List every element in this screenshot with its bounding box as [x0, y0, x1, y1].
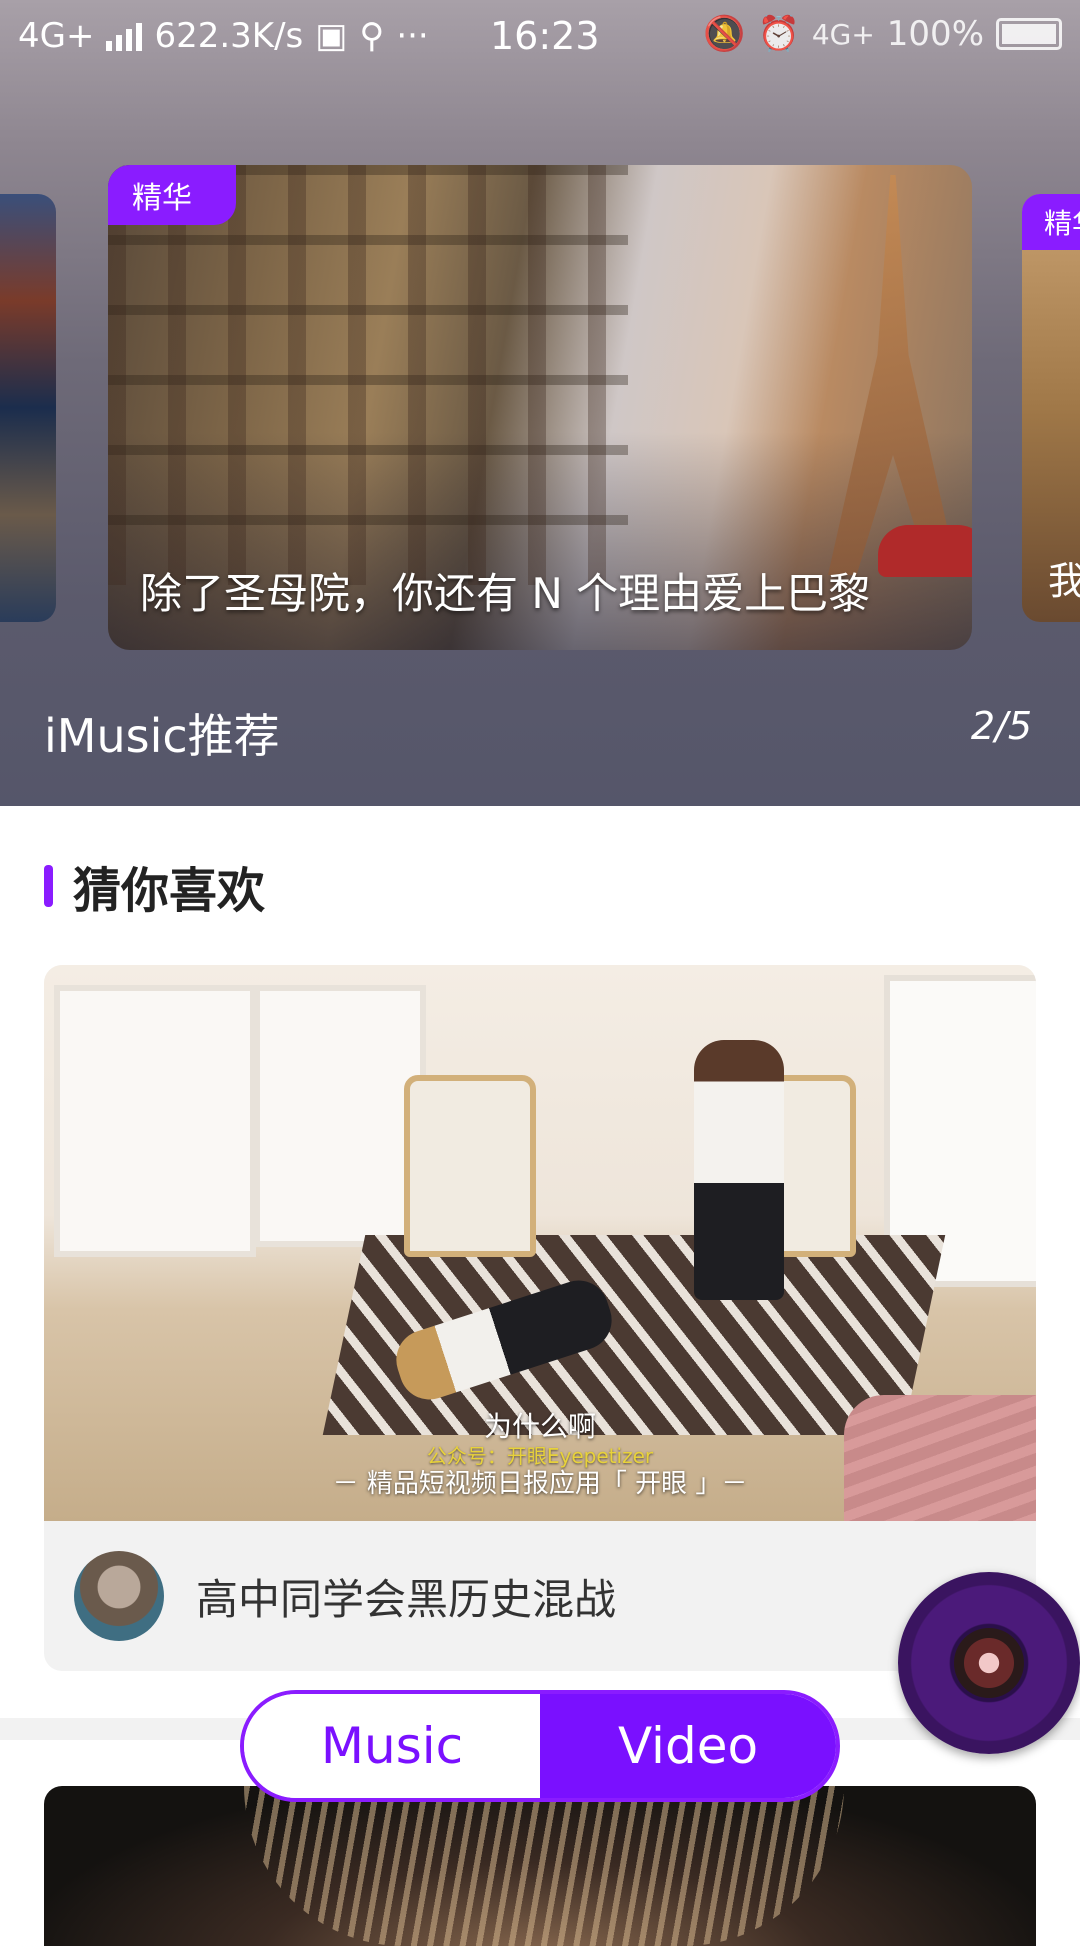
- net-speed: 622.3K/s: [154, 16, 304, 56]
- video-card[interactable]: 为什么啊 公众号：开眼Eyepetizer － 精品短视频日报应用「 开眼 」－…: [44, 965, 1036, 1671]
- eiffel-tower-image: [828, 175, 958, 575]
- clock: 16:23: [490, 14, 600, 58]
- author-avatar[interactable]: [74, 1551, 164, 1641]
- alarm-icon: ⏰: [757, 14, 800, 54]
- door-image: [254, 985, 426, 1247]
- signal-icon: [106, 21, 143, 51]
- chair-image: [404, 1075, 536, 1257]
- banner-caption-next: 我: [1048, 559, 1080, 603]
- banner-caption: 除了圣母院，你还有 N 个理由爱上巴黎: [140, 569, 871, 618]
- battery-icon: [996, 18, 1062, 50]
- video-info-bar[interactable]: 高中同学会黑历史混战: [44, 1521, 1036, 1671]
- video-slogan: － 精品短视频日报应用「 开眼 」－: [332, 1469, 748, 1499]
- banner-card-prev[interactable]: [0, 194, 56, 622]
- network-right-label: 4G+: [811, 17, 875, 51]
- video-thumbnail[interactable]: 为什么啊 公众号：开眼Eyepetizer － 精品短视频日报应用「 开眼 」－: [44, 965, 1036, 1521]
- recommend-header: 猜你喜欢: [44, 858, 265, 919]
- person-image: [694, 1040, 784, 1300]
- usb-icon: ⚲: [359, 16, 385, 56]
- video-title: 高中同学会黑历史混战: [196, 1574, 617, 1624]
- banner-page-indicator: 2/5: [970, 704, 1032, 748]
- tab-music[interactable]: Music: [244, 1694, 540, 1798]
- battery-label: 100%: [886, 14, 984, 54]
- portrait-image: [244, 1786, 844, 1946]
- tab-video[interactable]: Video: [540, 1694, 836, 1798]
- next-video-card[interactable]: [44, 1786, 1036, 1946]
- red-car-image: [878, 525, 972, 577]
- status-right: 🔕 ⏰ 4G+ 100%: [703, 14, 1062, 54]
- now-playing-disc-icon[interactable]: [898, 1572, 1080, 1754]
- more-dots: ···: [396, 16, 429, 56]
- banner-card-current[interactable]: 精华 除了圣母院，你还有 N 个理由爱上巴黎: [108, 165, 972, 650]
- album-cover: [954, 1628, 1024, 1698]
- status-left: 4G+ 622.3K/s ▣ ⚲ ···: [18, 16, 429, 56]
- section-accent-bar: [44, 865, 53, 907]
- status-bar: 4G+ 622.3K/s ▣ ⚲ ··· 16:23 🔕 ⏰ 4G+ 100%: [0, 0, 1080, 76]
- banner-section-title: iMusic推荐: [44, 709, 280, 763]
- sim-icon: ▣: [315, 16, 348, 56]
- banner-section: 4G+ 622.3K/s ▣ ⚲ ··· 16:23 🔕 ⏰ 4G+ 100% …: [0, 0, 1080, 806]
- door-image: [54, 985, 256, 1257]
- video-subtitle: 为什么啊: [483, 1410, 596, 1443]
- mute-icon: 🔕: [703, 14, 746, 54]
- featured-tag-next: 精华: [1022, 194, 1080, 250]
- featured-tag: 精华: [108, 165, 236, 225]
- recommend-title: 猜你喜欢: [73, 863, 266, 919]
- network-label: 4G+: [18, 16, 95, 56]
- banner-card-next[interactable]: 精华 我: [1022, 194, 1080, 622]
- music-video-toggle[interactable]: Music Video: [240, 1690, 840, 1802]
- building-image: [108, 165, 628, 585]
